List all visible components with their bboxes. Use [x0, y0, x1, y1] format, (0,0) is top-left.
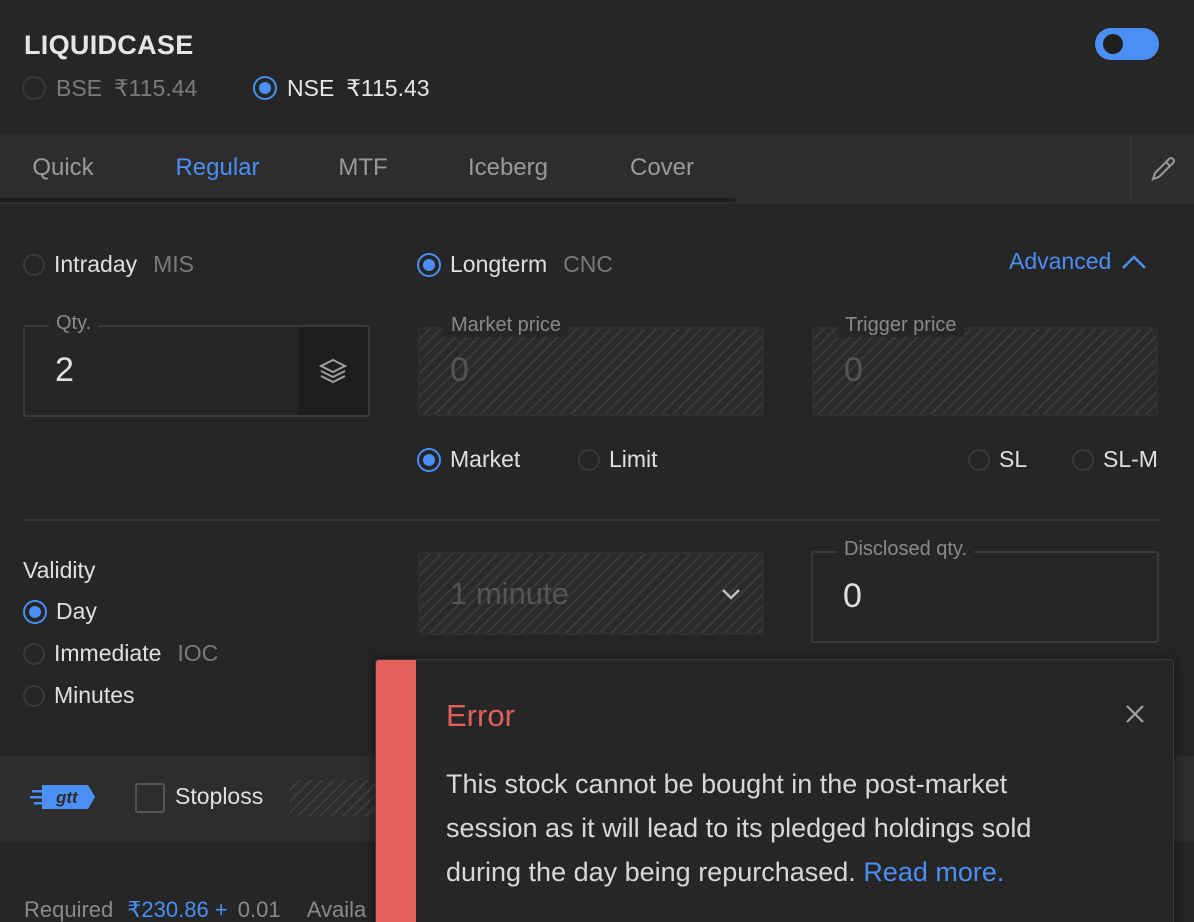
- qty-field[interactable]: Qty. 2: [23, 312, 370, 417]
- radio-immediate[interactable]: [23, 642, 45, 665]
- gtt-label: gtt: [55, 788, 79, 807]
- charges-value: 0.01: [237, 897, 281, 922]
- tab-underline: [0, 198, 735, 202]
- instrument-symbol: LIQUIDCASE: [24, 30, 194, 60]
- close-icon[interactable]: [1123, 702, 1147, 731]
- tab-cover[interactable]: Cover: [592, 134, 732, 204]
- product-intraday[interactable]: Intraday MIS: [23, 251, 194, 278]
- order-type-limit[interactable]: Limit: [578, 446, 658, 473]
- chevron-down-icon: [722, 589, 740, 600]
- validity-day[interactable]: Day: [23, 598, 97, 625]
- minutes-select-value: 1 minute: [450, 576, 569, 611]
- required-value[interactable]: ₹230.86 +: [127, 897, 227, 922]
- validity-minutes[interactable]: Minutes: [23, 682, 135, 709]
- radio-longterm[interactable]: [417, 252, 441, 277]
- minutes-label: Minutes: [54, 682, 135, 708]
- exchange-price-bse: ₹115.44: [114, 74, 198, 101]
- stoploss-checkbox[interactable]: [135, 783, 165, 813]
- validity-immediate[interactable]: Immediate IOC: [23, 640, 218, 667]
- minutes-select: 1 minute: [418, 552, 764, 635]
- product-longterm[interactable]: Longterm CNC: [417, 251, 613, 278]
- order-variety-tabs: Quick Regular MTF Iceberg Cover: [0, 134, 1194, 204]
- error-message: This stock cannot be bought in the post-…: [446, 762, 1106, 894]
- longterm-label: Longterm: [450, 251, 548, 277]
- exchange-label-bse: BSE: [56, 74, 103, 101]
- buy-sell-toggle[interactable]: [1095, 28, 1159, 60]
- intraday-label: Intraday: [54, 251, 138, 277]
- advanced-label: Advanced: [1009, 248, 1112, 274]
- tab-underline-rest: [735, 198, 1130, 202]
- disclosed-qty-value[interactable]: 0: [843, 577, 862, 616]
- radio-limit[interactable]: [578, 448, 600, 471]
- disclosed-qty-label: Disclosed qty.: [837, 538, 975, 561]
- read-more-link[interactable]: Read more.: [863, 857, 1004, 887]
- tab-iceberg[interactable]: Iceberg: [430, 134, 586, 204]
- radio-nse[interactable]: [253, 76, 277, 100]
- section-divider: [24, 519, 1160, 521]
- qty-label: Qty.: [49, 312, 99, 335]
- radio-intraday[interactable]: [23, 253, 45, 276]
- chevron-up-icon: [1122, 254, 1147, 269]
- sl-label: SL: [999, 446, 1028, 472]
- market-price-value: 0: [450, 351, 469, 389]
- radio-bse[interactable]: [22, 76, 46, 100]
- market-price-label: Market price: [444, 314, 569, 337]
- stoploss-label: Stoploss: [175, 783, 264, 809]
- tab-regular[interactable]: Regular: [135, 134, 300, 204]
- exchange-label-nse: NSE: [287, 74, 335, 101]
- day-label: Day: [56, 598, 97, 624]
- order-type-sl-m[interactable]: SL-M: [1072, 446, 1158, 473]
- market-label: Market: [450, 446, 521, 472]
- limit-label: Limit: [609, 446, 658, 472]
- market-price-field: Market price 0: [418, 314, 764, 416]
- error-title: Error: [446, 698, 515, 733]
- radio-sl[interactable]: [968, 448, 990, 471]
- margin-required: Required ₹230.86 + 0.01 Availa: [24, 897, 366, 922]
- intraday-code: MIS: [153, 251, 194, 277]
- trigger-price-label: Trigger price: [838, 314, 964, 337]
- toggle-knob: [1103, 34, 1123, 54]
- radio-minutes[interactable]: [23, 684, 45, 707]
- error-strip: [376, 660, 416, 922]
- exchange-option-bse[interactable]: BSE ₹115.44: [22, 72, 197, 104]
- stoploss-input-disabled: [290, 780, 380, 816]
- required-label: Required: [24, 897, 114, 922]
- sl-m-label: SL-M: [1103, 446, 1158, 472]
- validity-label: Validity: [23, 557, 96, 583]
- pipette-icon[interactable]: [1130, 134, 1194, 204]
- radio-sl-m[interactable]: [1072, 448, 1094, 471]
- order-type-market[interactable]: Market: [417, 446, 520, 473]
- layers-icon[interactable]: [298, 327, 368, 415]
- available-label: Availa: [306, 897, 367, 922]
- error-toast: Error This stock cannot be bought in the…: [375, 659, 1174, 922]
- gtt-icon[interactable]: gtt: [30, 782, 96, 817]
- tab-quick[interactable]: Quick: [0, 134, 126, 204]
- exchange-option-nse[interactable]: NSE ₹115.43: [253, 72, 430, 104]
- disclosed-qty-field[interactable]: Disclosed qty. 0: [811, 538, 1159, 643]
- advanced-toggle[interactable]: Advanced: [1009, 248, 1147, 275]
- radio-market[interactable]: [417, 447, 441, 472]
- order-type-sl[interactable]: SL: [968, 446, 1027, 473]
- trigger-price-field: Trigger price 0: [812, 314, 1158, 416]
- immediate-label: Immediate: [54, 640, 162, 666]
- trigger-price-value: 0: [844, 351, 863, 389]
- longterm-code: CNC: [563, 251, 614, 277]
- qty-value[interactable]: 2: [55, 351, 74, 390]
- tab-mtf[interactable]: MTF: [310, 134, 416, 204]
- radio-day[interactable]: [23, 599, 47, 624]
- immediate-code: IOC: [177, 640, 219, 666]
- exchange-price-nse: ₹115.43: [346, 74, 430, 101]
- order-window-header: LIQUIDCASE BSE ₹115.44 NSE ₹115.43: [0, 0, 1194, 132]
